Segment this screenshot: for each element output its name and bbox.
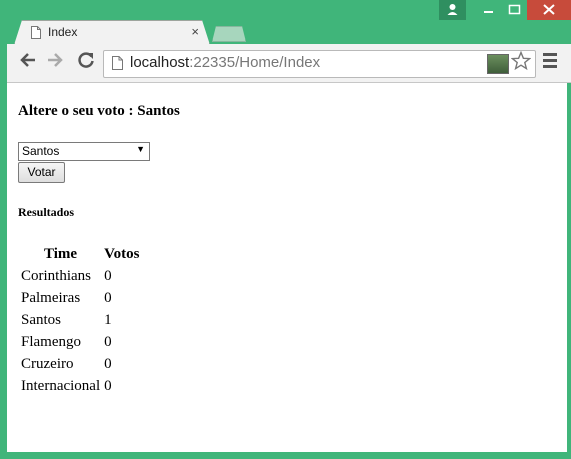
- column-header-votes: Votos: [104, 246, 140, 262]
- title-bar: Index ×: [0, 0, 571, 44]
- url-path: :22335/Home/Index: [189, 54, 321, 71]
- page-icon: [112, 56, 123, 70]
- table-row: Corinthians 0: [20, 266, 140, 286]
- team-name: Flamengo: [21, 333, 81, 350]
- vote-count: 0: [104, 333, 112, 350]
- page-content: Altere o seu voto : Santos Santos ▼ Vota…: [7, 83, 567, 452]
- url-text: localhost:22335/Home/Index: [130, 54, 320, 71]
- chevron-down-icon: ▼: [136, 144, 145, 154]
- vote-count: 1: [104, 311, 112, 328]
- menu-icon[interactable]: [543, 53, 557, 71]
- vote-count: 0: [104, 267, 112, 284]
- team-name: Corinthians: [21, 267, 91, 284]
- results-table: Time Votos Corinthians 0 Palmeiras 0 San…: [18, 243, 142, 398]
- table-row: Cruzeiro 0: [20, 354, 140, 374]
- browser-toolbar: localhost:22335/Home/Index: [7, 44, 571, 83]
- team-name: Cruzeiro: [21, 355, 74, 372]
- close-window-icon[interactable]: [527, 0, 571, 20]
- new-tab-button[interactable]: [212, 26, 246, 42]
- team-select-value: Santos: [22, 144, 60, 158]
- image-blocked-icon[interactable]: [487, 54, 509, 74]
- table-row: Palmeiras 0: [20, 288, 140, 308]
- page-icon: [31, 26, 41, 39]
- team-name: Internacional: [21, 377, 101, 394]
- table-header-row: Time Votos: [20, 245, 140, 264]
- table-row: Santos 1: [20, 310, 140, 330]
- table-row: Internacional 0: [20, 376, 140, 396]
- vote-count: 0: [104, 355, 112, 372]
- tab-close-icon[interactable]: ×: [191, 24, 199, 39]
- url-host: localhost: [130, 54, 190, 71]
- column-header-team: Time: [44, 246, 78, 262]
- vote-count: 0: [104, 289, 112, 306]
- maximize-icon[interactable]: [501, 0, 527, 20]
- results-title: Resultados: [18, 205, 75, 219]
- tab-title: Index: [48, 25, 78, 39]
- user-icon[interactable]: [439, 0, 466, 20]
- team-name: Santos: [21, 311, 62, 328]
- vote-count: 0: [104, 377, 112, 394]
- vote-button[interactable]: Votar: [18, 162, 65, 183]
- tab-index[interactable]: Index ×: [14, 20, 210, 45]
- browser-window: Index × localhost:22335/Home/Index Alter…: [0, 0, 571, 459]
- address-bar[interactable]: localhost:22335/Home/Index: [103, 50, 536, 78]
- page-heading: Altere o seu voto : Santos: [18, 103, 180, 119]
- star-icon[interactable]: [511, 51, 531, 71]
- minimize-icon[interactable]: [475, 0, 501, 20]
- reload-icon[interactable]: [77, 51, 95, 69]
- back-icon[interactable]: [19, 51, 37, 69]
- table-row: Flamengo 0: [20, 332, 140, 352]
- forward-icon[interactable]: [46, 51, 64, 69]
- team-select[interactable]: Santos ▼: [18, 142, 150, 161]
- team-name: Palmeiras: [21, 289, 81, 306]
